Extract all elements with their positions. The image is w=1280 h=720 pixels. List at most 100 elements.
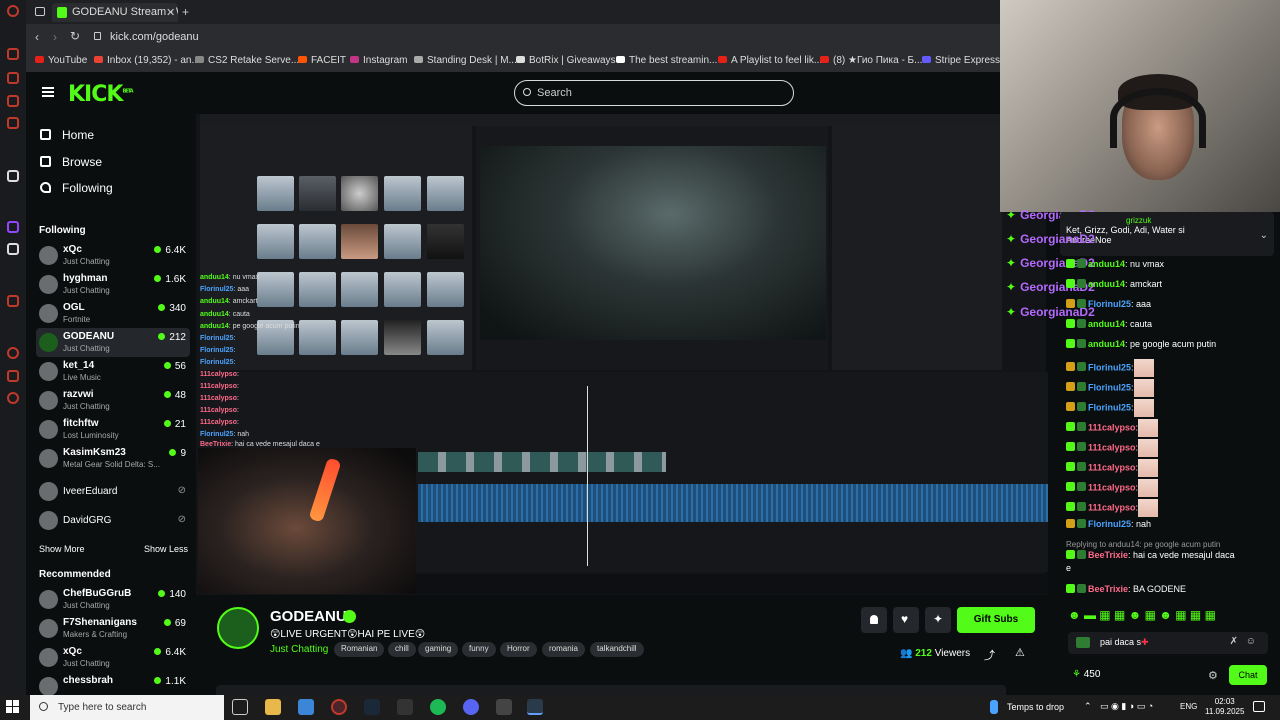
bookmark-streaming[interactable]: The best streamin... — [616, 55, 717, 66]
system-clock[interactable]: 02:03 11.09.2025 — [1205, 697, 1244, 717]
chat-message[interactable]: 111calypso: — [1066, 459, 1159, 477]
nav-browse[interactable]: Browse — [62, 155, 102, 169]
report-icon[interactable]: ⚠ — [1015, 646, 1025, 659]
url-field[interactable]: kick.com/godeanu — [110, 31, 199, 43]
tab-menu-icon[interactable] — [35, 7, 45, 16]
settings-icon[interactable] — [7, 392, 19, 404]
smiley-icon[interactable]: ☺ — [1246, 636, 1256, 647]
app-icon[interactable] — [496, 699, 512, 715]
bag-icon[interactable] — [7, 72, 19, 84]
twitch-icon[interactable] — [7, 221, 19, 233]
bookmark-cs2[interactable]: CS2 Retake Serve... — [195, 55, 299, 66]
channel-points[interactable]: ⚘ 450 — [1072, 669, 1100, 680]
channel-chessbrah[interactable]: chessbrah 1.1K — [36, 672, 190, 695]
chat-message[interactable]: BeeTrixie: BA GODENE — [1066, 584, 1186, 594]
chat-message[interactable]: Florinul25: — [1066, 399, 1154, 417]
weather-text[interactable]: Temps to drop — [1007, 702, 1064, 712]
emote-bar[interactable]: ☻ ▬ ▦ ▦ ☻ ▦ ☻ ▦ ▦ ▦ — [1068, 608, 1216, 622]
tag[interactable]: chill — [388, 642, 416, 657]
bookmark-inbox[interactable]: Inbox (19,352) - an... — [94, 55, 200, 66]
chevron-down-icon[interactable]: ⌄ — [1260, 230, 1268, 241]
notification-center-icon[interactable] — [1253, 701, 1265, 712]
gift-subs-button[interactable]: Gift Subs — [957, 607, 1035, 633]
chat-message[interactable]: anduu14: pe google acum putin — [1066, 339, 1216, 349]
tab-active[interactable]: GODEANU Stream - Watc — [52, 3, 178, 22]
bookmark-instagram[interactable]: Instagram — [350, 55, 407, 66]
chat-message[interactable]: 111calypso: — [1066, 499, 1159, 517]
aria-icon[interactable] — [7, 170, 19, 182]
chat-message[interactable]: Florinul25: — [1066, 359, 1154, 377]
file-explorer-icon[interactable] — [265, 699, 281, 715]
chat-message[interactable]: BeeTrixie: hai ca vede mesajul daca — [1066, 550, 1235, 560]
chat-message[interactable]: 111calypso: — [1066, 419, 1159, 437]
bookmark-playlist[interactable]: A Playlist to feel lik... — [718, 55, 822, 66]
emote-icon[interactable] — [1076, 637, 1090, 648]
chat-message[interactable]: anduu14: amckart — [1066, 279, 1162, 289]
streamer-avatar[interactable] — [217, 607, 259, 649]
discord-icon[interactable] — [463, 699, 479, 715]
channel-hyghman[interactable]: hyghman Just Chatting 1.6K — [36, 270, 190, 299]
store-icon[interactable] — [298, 699, 314, 715]
share-icon[interactable]: ⤴ — [984, 647, 995, 663]
channel-fitchftw[interactable]: fitchftw Lost Luminosity 21 — [36, 415, 190, 444]
back-icon[interactable]: ‹ — [35, 30, 39, 44]
spotify-icon[interactable] — [430, 699, 446, 715]
chat-message[interactable]: Florinul25: — [1066, 379, 1154, 397]
steam-active-icon[interactable] — [527, 699, 543, 715]
language-indicator[interactable]: ENG — [1180, 702, 1197, 711]
channel-godeanu[interactable]: GODEANU Just Chatting 212 — [36, 328, 190, 357]
bookmark-youtube[interactable]: YouTube — [35, 55, 87, 66]
hamburger-icon[interactable] — [42, 87, 54, 97]
opera-logo-icon[interactable] — [7, 5, 19, 17]
stream-category[interactable]: Just Chatting — [270, 644, 328, 655]
tray-icons[interactable]: ▭ ◉ ▮ ◑ ▭ ◔ — [1100, 701, 1153, 712]
tray-chevron-icon[interactable]: ⌃ — [1084, 701, 1092, 712]
channel-iveereduard[interactable]: IveerEduard ⊘ — [36, 477, 190, 506]
opera-icon[interactable] — [331, 699, 347, 715]
follow-button[interactable]: ♥ — [893, 607, 919, 633]
chat-settings-icon[interactable]: ⚙ — [1208, 669, 1218, 682]
steam-icon[interactable] — [364, 699, 380, 715]
tag[interactable]: romania — [542, 642, 585, 657]
channel-ogl[interactable]: OGL Fortnite 340 — [36, 299, 190, 328]
tab-close-icon[interactable]: ✕ — [166, 6, 175, 19]
tag[interactable]: Horror — [500, 642, 537, 657]
notification-bell-button[interactable] — [861, 607, 887, 633]
chat-input[interactable]: pai daca s✚ ✗ ☺ — [1068, 632, 1268, 654]
messenger-icon[interactable] — [7, 48, 19, 60]
bookmark-standing-desk[interactable]: Standing Desk | M... — [414, 55, 517, 66]
chat-message[interactable]: Florinul25: nah — [1066, 519, 1151, 529]
player-icon[interactable] — [7, 295, 19, 307]
windows-start-icon[interactable] — [6, 700, 20, 714]
chat-message[interactable]: 111calypso: — [1066, 439, 1159, 457]
show-less-button[interactable]: Show Less — [144, 544, 188, 554]
chat-message[interactable]: anduu14: cauta — [1066, 319, 1152, 329]
channel-razvwi[interactable]: razvwi Just Chatting 48 — [36, 386, 190, 415]
channel-davidgrg[interactable]: DavidGRG ⊘ — [36, 506, 190, 535]
reply-context[interactable]: Replying to anduu14: pe google acum puti… — [1066, 540, 1220, 549]
task-view-icon[interactable] — [232, 699, 248, 715]
kick-logo[interactable]: KICKBETA — [68, 82, 134, 107]
extensions-icon[interactable] — [7, 370, 19, 382]
new-tab-icon[interactable]: + — [182, 5, 189, 19]
chat-message[interactable]: Florinul25: aaa — [1066, 299, 1151, 309]
channel-xqc-recommended[interactable]: xQc Just Chatting 6.4K — [36, 643, 190, 672]
search-input[interactable]: Search — [514, 80, 794, 106]
epic-games-icon[interactable] — [397, 699, 413, 715]
channel-xqc[interactable]: xQc Just Chatting 6.4K — [36, 241, 190, 270]
bookmark-faceit[interactable]: FACEIT — [298, 55, 346, 66]
wallet-icon[interactable] — [7, 95, 19, 107]
tag[interactable]: Romanian — [334, 642, 385, 657]
tag[interactable]: funny — [462, 642, 496, 657]
channel-kasimksm23[interactable]: KasimKsm23 Metal Gear Solid Delta: S... 9 — [36, 444, 190, 473]
history-icon[interactable] — [7, 347, 19, 359]
chat-message[interactable]: anduu14: nu vmax — [1066, 259, 1164, 269]
translate-icon[interactable]: ✗ — [1230, 636, 1238, 647]
bookmark-botrix[interactable]: BotRix | Giveaways — [516, 55, 616, 66]
reload-icon[interactable]: ↻ — [70, 29, 80, 43]
tag[interactable]: gaming — [418, 642, 459, 657]
tag[interactable]: talkandchill — [590, 642, 644, 657]
windows-search-input[interactable]: Type here to search — [30, 695, 224, 720]
show-more-button[interactable]: Show More — [39, 544, 85, 554]
nav-following[interactable]: Following — [62, 181, 113, 195]
